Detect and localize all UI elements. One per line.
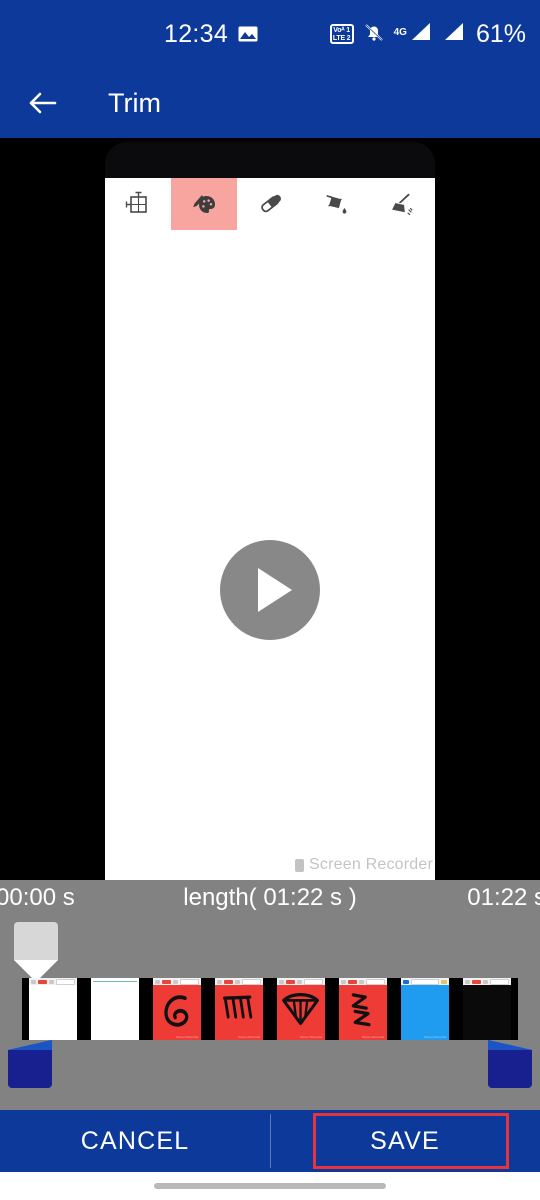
thumbnail-8[interactable] [456,978,518,1040]
watermark-logo-icon [295,858,305,872]
app-bar: Trim [0,68,540,138]
trim-screen: 12:34 Voᴬ 1 LTE 2 4G 61% Trim Screen Rec… [0,0,540,1200]
paint-palette-icon [190,190,218,218]
recorded-status-bar [105,142,435,178]
trim-length-label: length( 01:22 s ) [183,884,357,911]
thumbnail-3[interactable]: Screen Recorder [146,978,208,1040]
page-title: Trim [108,87,161,118]
watermark: Screen Recorder [295,856,433,874]
bell-muted-icon [363,21,385,48]
cancel-button[interactable]: CANCEL [0,1110,270,1172]
playhead-body [14,922,58,960]
playhead-marker[interactable] [14,922,58,982]
thumbnail-watermark: Screen Recorder [299,1035,323,1039]
crop-transform-icon [125,191,151,217]
status-clock: 12:34 [164,19,229,48]
trim-end-time: 01:22 s [467,884,540,911]
image-icon [238,26,258,42]
network-type-label: 4G [393,26,407,38]
tool-clear[interactable] [369,178,435,230]
system-nav-bar [0,1172,540,1200]
drawing-canvas[interactable]: Screen Recorder [105,230,435,880]
tool-crop[interactable] [105,178,171,230]
volte-line-2: LTE 2 [332,34,351,42]
thumbnail-4[interactable]: Screen Recorder [208,978,270,1040]
thumbnail-watermark: Screen Recorder [175,1035,199,1039]
time-labels: 00:00 s length( 01:22 s ) 01:22 s [0,880,540,920]
paint-bucket-icon [322,190,350,218]
thumbnail-watermark: Screen Recorder [361,1035,385,1039]
filmstrip[interactable]: Screen Recorder Screen Recorder Screen R… [22,978,518,1040]
trim-handle-left[interactable] [8,1040,52,1088]
signal-bars-icon [408,21,432,48]
tool-brush[interactable] [171,178,237,230]
tool-fill[interactable] [303,178,369,230]
thumbnail-7[interactable]: Screen Recorder [394,978,456,1040]
thumbnail-watermark: Screen Recorder [423,1035,447,1039]
thumbnail-1[interactable] [22,978,84,1040]
recorded-app-content: Screen Recorder [105,178,435,880]
broom-clear-icon [388,190,416,218]
action-divider [270,1114,271,1168]
signal-bars-icon-2 [441,21,465,48]
video-preview-area[interactable]: Screen Recorder [0,138,540,880]
video-frame: Screen Recorder [105,142,435,880]
trim-handle-right[interactable] [488,1040,532,1088]
thumbnail-5[interactable]: Screen Recorder [270,978,332,1040]
thumbnail-2[interactable] [84,978,146,1040]
volte-line-1: Voᴬ 1 [333,27,350,34]
status-bar: 12:34 Voᴬ 1 LTE 2 4G 61% [0,0,540,68]
sketch-g-stroke [164,995,189,1027]
trim-start-time: 00:00 s [0,884,75,911]
home-indicator[interactable] [154,1183,386,1189]
back-arrow-icon[interactable] [22,82,64,124]
save-button[interactable]: SAVE [270,1110,540,1172]
play-icon[interactable] [220,540,320,640]
drawing-toolbar [105,178,435,230]
sketch-diamond-stroke [282,992,320,1026]
battery-percentage: 61% [475,19,526,48]
watermark-label: Screen Recorder [309,856,433,873]
volte-icon: Voᴬ 1 LTE 2 [329,24,354,44]
thumbnail-watermark: Screen Recorder [237,1035,261,1039]
tool-eraser[interactable] [237,178,303,230]
signal-group-1: 4G [394,21,432,48]
sketch-w-stroke [223,995,253,1019]
thumbnail-6[interactable]: Screen Recorder [332,978,394,1040]
play-triangle [258,568,292,612]
eraser-icon [256,190,284,218]
sketch-zigzag-stroke [352,993,372,1027]
